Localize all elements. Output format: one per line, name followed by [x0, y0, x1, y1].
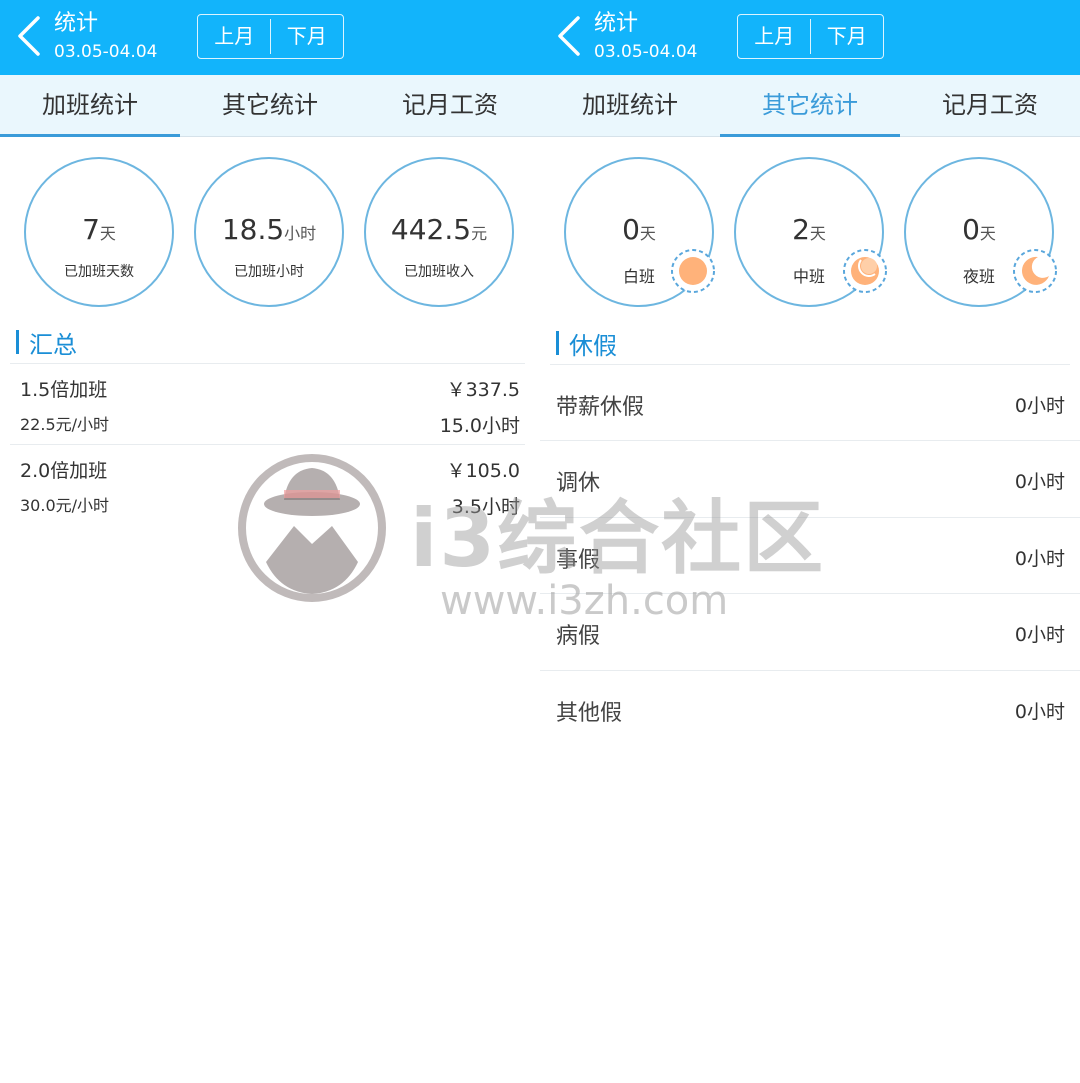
overtime-type: 1.5倍加班: [20, 379, 108, 401]
active-tab-indicator: [0, 134, 180, 137]
day-shift-unit: 天: [639, 224, 656, 243]
night-shift-unit: 天: [979, 224, 996, 243]
back-icon[interactable]: [14, 14, 44, 58]
leave-type: 调休: [556, 471, 601, 496]
overtime-hours-label: 已加班小时: [234, 264, 304, 280]
page-title: 统计: [54, 11, 99, 36]
date-range: 03.05-04.04: [54, 42, 158, 62]
leave-hours: 0小时: [1014, 624, 1065, 646]
middle-shift-unit: 天: [809, 224, 826, 243]
month-switcher: 上月 下月: [197, 14, 344, 59]
leave-type: 带薪休假: [556, 395, 645, 420]
section-bar: [556, 331, 559, 355]
tab-overtime-stats[interactable]: 加班统计: [0, 75, 180, 137]
overtime-days-value: 7: [82, 213, 100, 246]
overtime-income-value: 442.5: [390, 213, 472, 246]
tab-overtime-stats[interactable]: 加班统计: [540, 75, 720, 136]
tab-monthly-salary[interactable]: 记月工资: [360, 75, 540, 136]
overtime-type: 2.0倍加班: [20, 460, 108, 482]
overtime-hours: 3.5小时: [451, 496, 520, 518]
list-item[interactable]: 事假 0小时: [540, 518, 1080, 595]
list-item[interactable]: 其他假 0小时: [540, 671, 1080, 748]
overtime-hours-unit: 小时: [284, 224, 317, 243]
list-item[interactable]: 调休 0小时: [540, 441, 1080, 518]
header-bar: 统计 03.05-04.04 上月 下月: [540, 0, 1080, 75]
tab-other-stats[interactable]: 其它统计: [180, 75, 360, 136]
tab-bar: 加班统计 其它统计 记月工资: [0, 75, 540, 137]
prev-month-button[interactable]: 上月: [198, 15, 271, 58]
leave-hours: 0小时: [1014, 701, 1065, 723]
other-stats-panel: 统计 03.05-04.04 上月 下月 加班统计 其它统计 记月工资 0天 白…: [540, 0, 1080, 1083]
overtime-income-unit: 元: [471, 224, 488, 243]
leave-type: 事假: [556, 548, 601, 573]
half-moon-icon: [843, 249, 887, 293]
leave-title-text: 休假: [569, 331, 617, 360]
middle-shift-value: 2: [792, 213, 810, 246]
list-item[interactable]: 1.5倍加班 ￥337.5 22.5元/小时 15.0小时: [10, 363, 530, 443]
summary-title-text: 汇总: [29, 330, 77, 359]
overtime-income-circle: 442.5元 已加班收入: [364, 157, 514, 307]
leave-hours: 0小时: [1014, 548, 1065, 570]
summary-section-title: 汇总: [16, 325, 77, 359]
overtime-hours-value: 18.5: [221, 213, 285, 246]
overtime-stats-panel: 统计 03.05-04.04 上月 下月 加班统计 其它统计 记月工资 7天 已…: [0, 0, 540, 1083]
day-shift-value: 0: [622, 213, 640, 246]
date-range: 03.05-04.04: [594, 42, 698, 62]
overtime-rate: 30.0元/小时: [20, 496, 110, 515]
leave-hours: 0小时: [1014, 395, 1065, 417]
month-switcher: 上月 下月: [737, 14, 884, 59]
list-item[interactable]: 带薪休假 0小时: [540, 365, 1080, 442]
next-month-button[interactable]: 下月: [811, 15, 884, 58]
leave-type: 病假: [556, 624, 601, 649]
overtime-days-circle: 7天 已加班天数: [24, 157, 174, 307]
overtime-amount: ￥105.0: [446, 460, 520, 482]
prev-month-button[interactable]: 上月: [738, 15, 811, 58]
overtime-days-label: 已加班天数: [64, 264, 134, 280]
overtime-rate: 22.5元/小时: [20, 415, 110, 434]
overtime-days-unit: 天: [99, 224, 116, 243]
sun-icon: [671, 249, 715, 293]
header-bar: 统计 03.05-04.04 上月 下月: [0, 0, 540, 75]
overtime-hours-circle: 18.5小时 已加班小时: [194, 157, 344, 307]
section-bar: [16, 330, 19, 354]
crescent-moon-icon: [1013, 249, 1057, 293]
leave-section-title: 休假: [556, 326, 617, 360]
overtime-hours: 15.0小时: [439, 415, 520, 437]
list-item[interactable]: 病假 0小时: [540, 594, 1080, 671]
list-item[interactable]: 2.0倍加班 ￥105.0 30.0元/小时 3.5小时: [10, 444, 530, 524]
back-icon[interactable]: [554, 14, 584, 58]
overtime-income-label: 已加班收入: [404, 264, 474, 280]
leave-hours: 0小时: [1014, 471, 1065, 493]
next-month-button[interactable]: 下月: [271, 15, 344, 58]
leave-type: 其他假: [556, 701, 623, 726]
tab-other-stats[interactable]: 其它统计: [720, 75, 900, 137]
page-title: 统计: [594, 11, 639, 36]
overtime-amount: ￥337.5: [446, 379, 520, 401]
tab-monthly-salary[interactable]: 记月工资: [900, 75, 1080, 136]
night-shift-value: 0: [962, 213, 980, 246]
tab-bar: 加班统计 其它统计 记月工资: [540, 75, 1080, 137]
